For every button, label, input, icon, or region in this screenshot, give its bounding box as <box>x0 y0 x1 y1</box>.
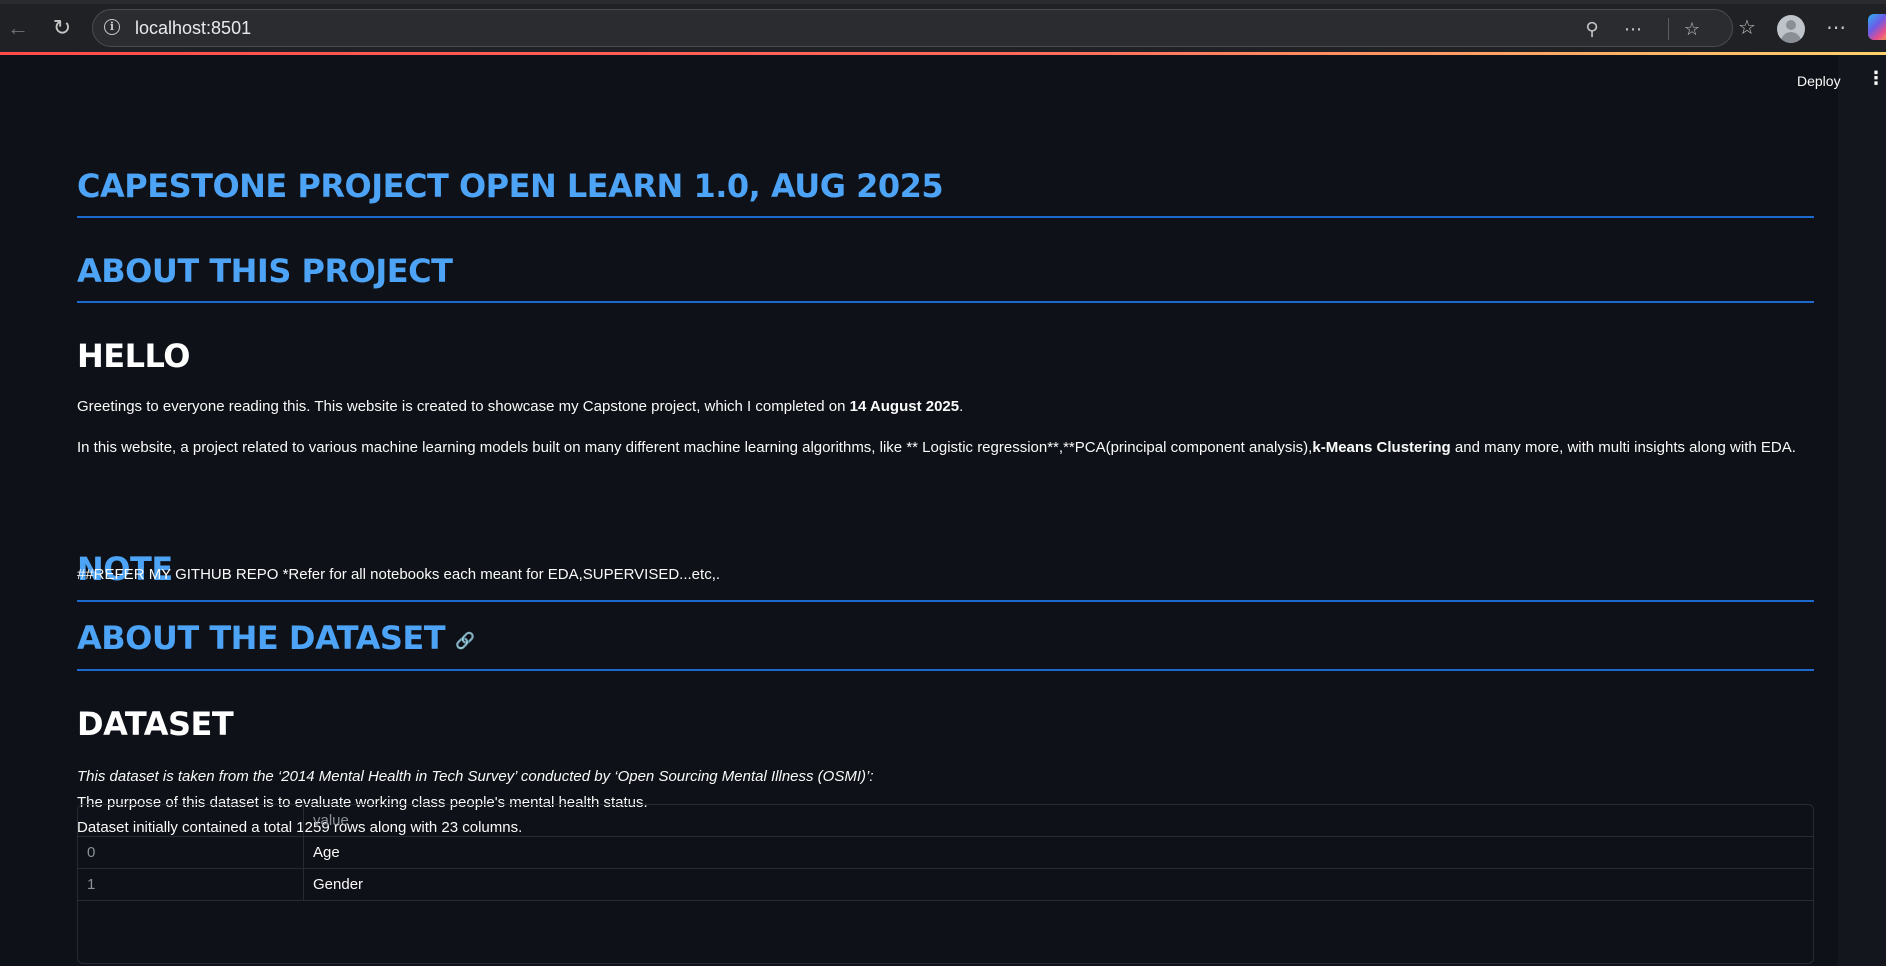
tab-strip-edge <box>0 0 1886 4</box>
about-dataset-block: ABOUT THE DATASET 🔗 <box>77 619 1814 657</box>
deploy-button[interactable]: Deploy <box>1797 73 1841 89</box>
table-row-index: 0 <box>78 837 304 869</box>
dataset-heading: DATASET <box>77 705 234 743</box>
site-info-icon[interactable]: i <box>104 19 120 35</box>
favorite-star-icon[interactable]: ☆ <box>1679 16 1705 42</box>
page-title: CAPESTONE PROJECT OPEN LEARN 1.0, AUG 20… <box>77 167 944 205</box>
table-row[interactable]: 1 Gender <box>78 869 1813 901</box>
table-row[interactable]: 0 Age <box>78 837 1813 869</box>
hello-block: HELLO <box>77 337 1814 375</box>
avatar-head-shape <box>1786 20 1796 30</box>
hello-heading: HELLO <box>77 337 190 375</box>
scrollbar-track[interactable] <box>1838 55 1886 966</box>
zoom-out-icon[interactable]: ⚲ <box>1579 16 1605 42</box>
browser-menu-icon[interactable]: ⋯ <box>1820 12 1852 44</box>
about-dataset-divider <box>77 669 1814 671</box>
dataset-table[interactable]: value 0 Age 1 Gender <box>77 804 1814 964</box>
note-divider <box>77 600 1814 602</box>
greeting-end: . <box>959 398 964 415</box>
title-block: CAPESTONE PROJECT OPEN LEARN 1.0, AUG 20… <box>77 167 1814 205</box>
about-project-block: ABOUT THIS PROJECT <box>77 252 1814 290</box>
favorites-list-icon[interactable]: ☆ <box>1731 12 1763 44</box>
greeting-paragraph: Greetings to everyone reading this. This… <box>77 398 963 415</box>
title-divider <box>77 216 1814 218</box>
profile-avatar[interactable] <box>1777 15 1805 43</box>
more-tools-icon[interactable]: ⋯ <box>1620 16 1646 42</box>
table-header-index <box>78 805 304 837</box>
table-header-value[interactable]: value <box>313 805 349 837</box>
dataset-block: DATASET <box>77 705 1814 743</box>
copilot-icon[interactable] <box>1868 14 1886 40</box>
note-paragraph: ##REFER MY GITHUB REPO *Refer for all no… <box>77 566 720 583</box>
table-cell-value[interactable]: Gender <box>313 869 363 901</box>
url-text[interactable]: localhost:8501 <box>135 18 251 39</box>
note-text: ##REFER MY GITHUB REPO *Refer for all no… <box>77 566 721 583</box>
anchor-link-icon[interactable]: 🔗 <box>455 631 475 650</box>
table-header-row: value <box>78 805 1813 837</box>
about-dataset-text: ABOUT THE DATASET <box>77 619 446 657</box>
dataset-source: This dataset is taken from the ‘2014 Men… <box>77 768 874 785</box>
main-menu-icon[interactable]: ⋮ <box>1867 69 1885 87</box>
browser-toolbar: ← ↻ i localhost:8501 ⚲ ⋯ ☆ ☆ ⋯ <box>0 0 1886 55</box>
project-paragraph: In this website, a project related to va… <box>77 439 1796 456</box>
about-project-divider <box>77 301 1814 303</box>
address-separator <box>1668 18 1669 40</box>
about-project-heading: ABOUT THIS PROJECT <box>77 252 453 290</box>
about-dataset-heading: ABOUT THE DATASET 🔗 <box>77 619 1814 657</box>
table-row-index: 1 <box>78 869 304 901</box>
table-cell-value[interactable]: Age <box>313 837 340 869</box>
back-arrow-icon[interactable]: ← <box>2 12 34 44</box>
avatar-body-shape <box>1781 32 1801 43</box>
project-text-1: In this website, a project related to va… <box>77 439 1313 456</box>
project-text-2: and many more, with multi insights along… <box>1450 439 1796 456</box>
address-bar[interactable]: i localhost:8501 ⚲ ⋯ ☆ <box>92 9 1733 47</box>
reload-icon[interactable]: ↻ <box>46 12 78 44</box>
greeting-date: 14 August 2025 <box>849 398 960 415</box>
project-bold: k-Means Clustering <box>1312 439 1451 456</box>
greeting-text: Greetings to everyone reading this. This… <box>77 398 850 415</box>
